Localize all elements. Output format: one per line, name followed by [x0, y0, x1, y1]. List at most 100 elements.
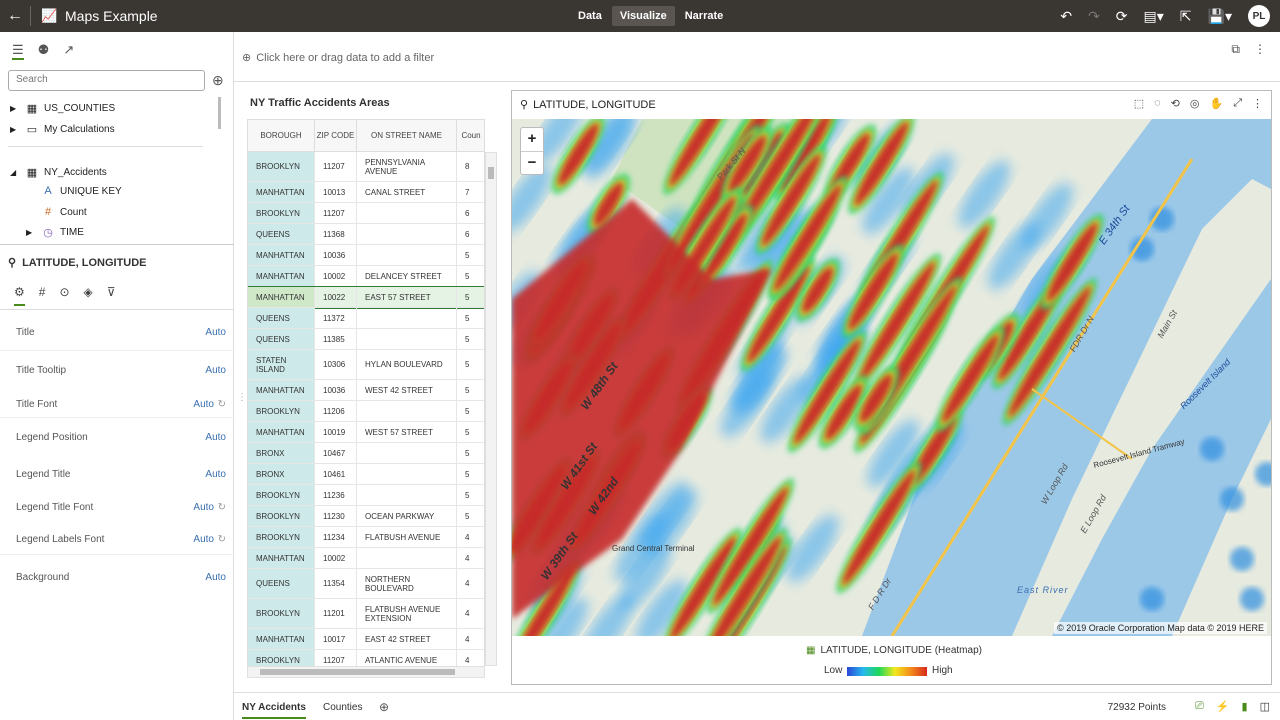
- number-format-icon[interactable]: #: [39, 285, 46, 306]
- prop-title-font-value[interactable]: Auto: [193, 399, 214, 410]
- table-row[interactable]: MANHATTAN 10013 CANAL STREET 7: [248, 182, 484, 203]
- prop-legend-title-value[interactable]: Auto: [205, 469, 226, 480]
- tab-narrate[interactable]: Narrate: [677, 6, 732, 26]
- lasso-select-icon[interactable]: ◌: [1154, 97, 1161, 110]
- heatmap-svg[interactable]: [512, 119, 1271, 636]
- prop-background-value[interactable]: Auto: [205, 572, 226, 583]
- table-row[interactable]: STATEN ISLAND 10306 HYLAN BOULEVARD 5: [248, 350, 484, 380]
- refresh-data-icon[interactable]: ⟳: [1116, 8, 1128, 25]
- table-row[interactable]: MANHATTAN 10002 DELANCEY STREET 5: [248, 266, 484, 287]
- cell-zip-code: 10002: [315, 548, 357, 568]
- save-menu-icon[interactable]: 💾▾: [1208, 8, 1232, 25]
- column-header-zip[interactable]: ZIP CODE: [315, 120, 357, 152]
- recenter-icon[interactable]: ◎: [1190, 97, 1200, 110]
- expand-icon[interactable]: ▶: [10, 125, 20, 134]
- table-row[interactable]: BRONX 10467 5: [248, 443, 484, 464]
- column-header-street[interactable]: ON STREET NAME: [357, 120, 457, 152]
- map-icon[interactable]: ⊙: [59, 285, 69, 306]
- export-icon[interactable]: ⇱: [1180, 8, 1192, 25]
- collapse-icon[interactable]: ◢: [10, 168, 20, 177]
- comment-menu-icon[interactable]: ▤▾: [1144, 8, 1164, 25]
- prop-legend-labels-font-value[interactable]: Auto: [193, 534, 214, 545]
- cell-count: 5: [457, 350, 484, 379]
- analytics-icon[interactable]: ↗: [63, 42, 74, 60]
- column-header-borough[interactable]: BOROUGH: [248, 120, 315, 152]
- table-row[interactable]: QUEENS 11372 5: [248, 308, 484, 329]
- pan-icon[interactable]: ✋: [1209, 97, 1223, 110]
- layout-icon[interactable]: ◫: [1260, 700, 1270, 713]
- tab-visualize[interactable]: Visualize: [611, 6, 675, 26]
- canvas-tab-ny-accidents[interactable]: NY Accidents: [242, 702, 306, 719]
- zoom-out-button[interactable]: −: [521, 152, 543, 176]
- layers-icon[interactable]: ◈: [84, 285, 93, 306]
- add-filter[interactable]: ⊕ Click here or drag data to add a filte…: [242, 51, 434, 65]
- user-avatar[interactable]: PL: [1248, 5, 1270, 27]
- table-row[interactable]: MANHATTAN 10019 WEST 57 STREET 5: [248, 422, 484, 443]
- reset-icon[interactable]: ↻: [218, 502, 226, 513]
- table-row[interactable]: BROOKLYN 11206 5: [248, 401, 484, 422]
- tree-item-count[interactable]: # Count: [26, 206, 87, 218]
- table-row[interactable]: QUEENS 11385 5: [248, 329, 484, 350]
- table-row[interactable]: BROOKLYN 11207 PENNSYLVANIA AVENUE 8: [248, 152, 484, 182]
- filter-icon[interactable]: ⊽: [107, 285, 116, 306]
- redo-icon[interactable]: ↷: [1088, 8, 1100, 25]
- table-row[interactable]: BROOKLYN 11236 5: [248, 485, 484, 506]
- tree-item-ny-accidents[interactable]: ◢ ▦ NY_Accidents: [10, 166, 107, 179]
- tree-item-us-counties[interactable]: ▶ ▦ US_COUNTIES: [10, 102, 115, 115]
- more-options-icon[interactable]: ⋮: [1254, 42, 1266, 57]
- table-row[interactable]: MANHATTAN 10036 5: [248, 245, 484, 266]
- table-row[interactable]: QUEENS 11368 6: [248, 224, 484, 245]
- add-filter-icon[interactable]: ⊕: [242, 51, 251, 64]
- add-canvas-icon[interactable]: ⊕: [379, 700, 389, 714]
- tree-item-unique-key[interactable]: A UNIQUE KEY: [26, 185, 121, 197]
- select-rectangle-icon[interactable]: ⬚: [1134, 97, 1144, 110]
- maximize-icon[interactable]: ⤢: [1233, 97, 1242, 110]
- table-horizontal-scrollbar[interactable]: [247, 666, 485, 678]
- tree-item-my-calculations[interactable]: ▶ ▭ My Calculations: [10, 123, 115, 136]
- canvas-tab-counties[interactable]: Counties: [323, 702, 362, 713]
- table-row[interactable]: BROOKLYN 11207 ATLANTIC AVENUE 4: [248, 650, 484, 666]
- table-row[interactable]: BRONX 10461 5: [248, 464, 484, 485]
- clear-selection-icon[interactable]: ⟲: [1171, 97, 1180, 110]
- table-row[interactable]: BROOKLYN 11234 FLATBUSH AVENUE 4: [248, 527, 484, 548]
- prop-legend-position-value[interactable]: Auto: [205, 432, 226, 443]
- expand-icon[interactable]: ▶: [10, 104, 20, 113]
- table-row[interactable]: MANHATTAN 10022 EAST 57 STREET 5: [248, 286, 484, 309]
- undo-icon[interactable]: ↶: [1060, 8, 1072, 25]
- heatmap-canvas[interactable]: Park St N W 48th St W 42nd W 41st St W 3…: [512, 119, 1271, 636]
- table-row[interactable]: BROOKLYN 11201 FLATBUSH AVENUE EXTENSION 4: [248, 599, 484, 629]
- tree-item-time[interactable]: ▶ ◷ TIME: [26, 226, 84, 239]
- back-arrow-icon[interactable]: ←: [0, 7, 30, 25]
- search-input[interactable]: Search: [8, 70, 205, 91]
- data-elements-icon[interactable]: ☰: [12, 42, 24, 60]
- panel-scrollbar[interactable]: [218, 97, 221, 129]
- table-row[interactable]: MANHATTAN 10002 4: [248, 548, 484, 569]
- auto-apply-icon[interactable]: ⧉: [1231, 42, 1240, 57]
- clock-icon: ◷: [43, 227, 53, 239]
- more-options-icon[interactable]: ⋮: [1252, 97, 1263, 110]
- zoom-in-button[interactable]: +: [521, 128, 543, 152]
- column-header-count[interactable]: Coun: [457, 120, 484, 152]
- reset-icon[interactable]: ↻: [218, 534, 226, 545]
- refresh-icon[interactable]: ⎚: [1195, 700, 1204, 713]
- tab-data[interactable]: Data: [570, 6, 610, 26]
- add-data-icon[interactable]: ⊕: [212, 72, 224, 89]
- prop-title-tooltip-value[interactable]: Auto: [205, 365, 226, 376]
- legend-gradient-bar: [847, 667, 927, 676]
- prop-legend-title-font-value[interactable]: Auto: [193, 502, 214, 513]
- prop-title-value[interactable]: Auto: [205, 327, 226, 338]
- filter-bar[interactable]: ⊕ Click here or drag data to add a filte…: [234, 32, 1280, 82]
- table-vertical-scrollbar[interactable]: [485, 152, 497, 666]
- grammar-panel-icon[interactable]: ▮: [1242, 700, 1248, 713]
- table-row[interactable]: BROOKLYN 11230 OCEAN PARKWAY 5: [248, 506, 484, 527]
- expand-icon[interactable]: ▶: [26, 228, 36, 237]
- visualizations-icon[interactable]: ⚉: [38, 42, 50, 60]
- reset-icon[interactable]: ↻: [218, 399, 226, 410]
- panel-splitter-handle[interactable]: ⋮: [237, 392, 247, 403]
- table-row[interactable]: QUEENS 11354 NORTHERN BOULEVARD 4: [248, 569, 484, 599]
- table-row[interactable]: MANHATTAN 10017 EAST 42 STREET 4: [248, 629, 484, 650]
- general-settings-icon[interactable]: ⚙: [14, 285, 25, 306]
- table-row[interactable]: MANHATTAN 10036 WEST 42 STREET 5: [248, 380, 484, 401]
- table-row[interactable]: BROOKLYN 11207 6: [248, 203, 484, 224]
- auto-render-icon[interactable]: ⚡: [1216, 700, 1230, 713]
